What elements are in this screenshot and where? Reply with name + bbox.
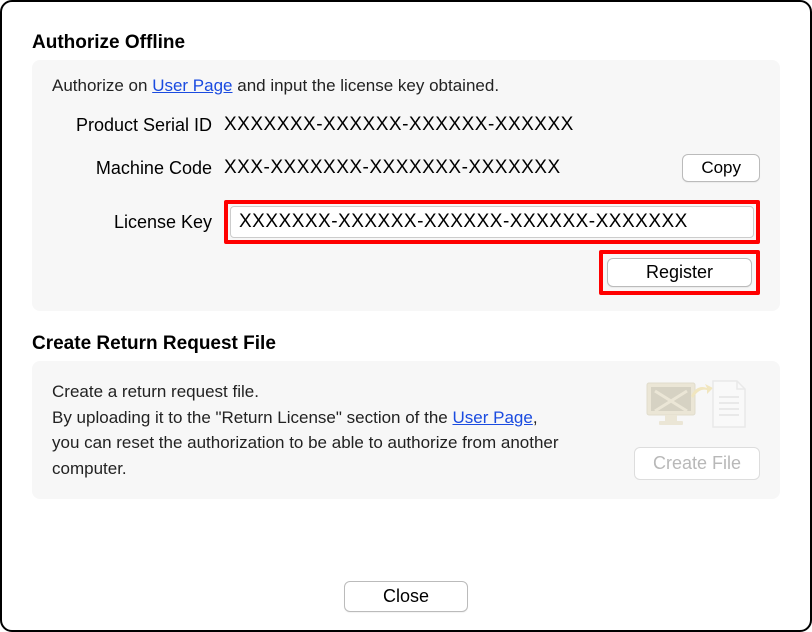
create-file-button: Create File [634, 447, 760, 480]
machine-row: Machine Code XXX-XXXXXXX-XXXXXXX-XXXXXXX… [52, 154, 760, 182]
authorize-instruction: Authorize on User Page and input the lic… [52, 76, 760, 96]
authorize-panel: Authorize on User Page and input the lic… [32, 60, 780, 311]
license-label: License Key [52, 212, 212, 233]
close-button[interactable]: Close [344, 581, 468, 612]
instruction-prefix: Authorize on [52, 76, 152, 95]
authorize-title: Authorize Offline [32, 32, 780, 54]
register-row: Register [52, 250, 760, 295]
return-line2-prefix: By uploading it to the "Return License" … [52, 408, 452, 427]
return-right-column: Create File [634, 379, 760, 480]
license-row: License Key [52, 200, 760, 244]
authorize-section: Authorize Offline Authorize on User Page… [32, 32, 780, 333]
serial-label: Product Serial ID [52, 115, 212, 136]
return-icon-group [645, 379, 749, 429]
return-section: Create Return Request File Create a retu… [32, 333, 780, 499]
return-description: Create a return request file. By uploadi… [52, 379, 562, 481]
copy-button[interactable]: Copy [682, 154, 760, 182]
register-highlight: Register [599, 250, 760, 295]
register-button[interactable]: Register [607, 258, 752, 287]
machine-value: XXX-XXXXXXX-XXXXXXX-XXXXXXX [224, 157, 670, 179]
return-line1: Create a return request file. [52, 382, 259, 401]
instruction-suffix: and input the license key obtained. [233, 76, 500, 95]
serial-row: Product Serial ID XXXXXXX-XXXXXX-XXXXXX-… [52, 114, 760, 136]
return-user-page-link[interactable]: User Page [452, 408, 532, 427]
serial-value: XXXXXXX-XXXXXX-XXXXXX-XXXXXX [224, 114, 760, 136]
file-icon [709, 379, 749, 429]
return-title: Create Return Request File [32, 333, 780, 355]
return-panel: Create a return request file. By uploadi… [32, 361, 780, 499]
dialog-footer: Close [32, 561, 780, 612]
license-input-highlight [224, 200, 760, 244]
user-page-link[interactable]: User Page [152, 76, 232, 95]
machine-label: Machine Code [52, 158, 212, 179]
license-key-input[interactable] [230, 206, 754, 238]
